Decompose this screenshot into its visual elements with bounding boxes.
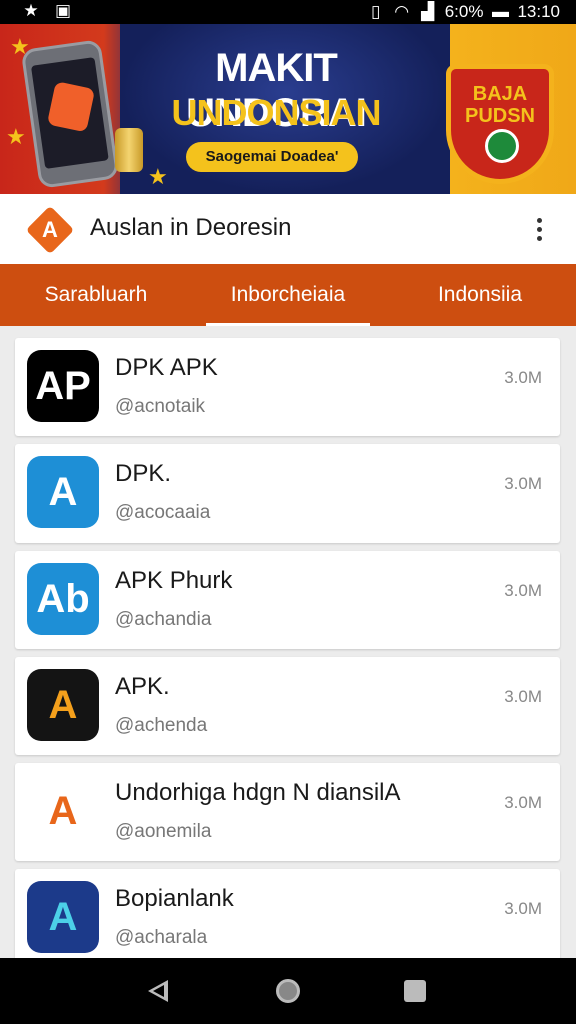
app-name: DPK. [115, 460, 172, 487]
star-icon: ★ [148, 164, 168, 189]
notification-icon: ★ [23, 1, 39, 20]
app-developer: @achenda [115, 715, 208, 736]
app-icon: A [27, 775, 99, 847]
app-title: Auslan in Deoresin [90, 214, 292, 241]
image-icon: ▣ [54, 1, 72, 20]
tab-indonsiia[interactable]: Indonsiia [384, 264, 576, 326]
app-name: Undorhiga hdgn N diansilA [115, 779, 401, 806]
app-icon: AP [27, 350, 99, 422]
app-developer: @aonemila [115, 821, 212, 842]
list-item[interactable]: AP DPK APK @acnotaik 3.0M [15, 338, 560, 436]
app-icon: A [27, 669, 99, 741]
promo-banner[interactable]: ★ ★ ★ MAKIT UNDORAI UNDONSIAN Saogemai D… [0, 24, 576, 194]
app-name: APK Phurk [115, 567, 233, 594]
app-icon: A [27, 456, 99, 528]
shield-badge-icon: BAJA PUDSN [446, 64, 554, 184]
list-item[interactable]: Ab APK Phurk @achandia 3.0M [15, 551, 560, 649]
battery-percent: 6:0% [444, 2, 484, 21]
vibrate-icon: ▯ [371, 2, 381, 21]
app-list: AP DPK APK @acnotaik 3.0M A DPK. @acocaa… [15, 338, 560, 975]
shield-text-2: PUDSN [464, 105, 535, 127]
tab-inborcheiaia[interactable]: Inborcheiaia [192, 264, 384, 326]
system-nav-bar [0, 958, 576, 1024]
app-size: 3.0M [504, 793, 542, 812]
app-logo-letter: A [42, 217, 58, 242]
app-size: 3.0M [504, 899, 542, 918]
tab-sarabluarh[interactable]: Sarabluarh [0, 264, 192, 326]
app-name: APK. [115, 673, 170, 700]
clock: 13:10 [517, 2, 560, 21]
app-icon: A [27, 881, 99, 953]
status-bar: ★ ▣ ▯ ◠ ▟ 6:0% ▬ 13:10 [0, 0, 576, 24]
shield-text-1: BAJA [472, 83, 528, 105]
banner-pill: Saogemai Doadea' [186, 142, 358, 172]
list-item[interactable]: A DPK. @acocaaia 3.0M [15, 444, 560, 543]
app-size: 3.0M [504, 474, 542, 493]
signal-icon: ▟ [421, 2, 435, 21]
list-item[interactable]: A Bopianlank @acharala 3.0M [15, 869, 560, 967]
home-circle-icon[interactable] [276, 979, 300, 1003]
app-name: DPK APK [115, 354, 218, 381]
app-size: 3.0M [504, 687, 542, 706]
wifi-icon: ◠ [394, 2, 410, 21]
app-name: Bopianlank [115, 885, 234, 912]
app-header: A Auslan in Deoresin [0, 194, 576, 264]
app-size: 3.0M [504, 368, 542, 387]
app-developer: @acharala [115, 927, 208, 948]
more-vertical-icon[interactable] [526, 212, 552, 246]
app-developer: @acocaaia [115, 502, 211, 523]
battery-icon: ▬ [491, 2, 509, 21]
list-item[interactable]: A Undorhiga hdgn N diansilA @aonemila 3.… [15, 763, 560, 861]
list-item[interactable]: A APK. @achenda 3.0M [15, 657, 560, 755]
phone-illustration [20, 39, 120, 189]
recents-square-icon[interactable] [404, 980, 426, 1002]
star-icon: ★ [6, 124, 26, 149]
emblem-icon [485, 129, 519, 163]
app-icon: Ab [27, 563, 99, 635]
app-developer: @acnotaik [115, 396, 206, 417]
tab-bar: Sarabluarh Inborcheiaia Indonsiia [0, 264, 576, 326]
app-developer: @achandia [115, 609, 212, 630]
app-size: 3.0M [504, 581, 542, 600]
banner-subtitle: UNDONSIAN [171, 92, 381, 133]
